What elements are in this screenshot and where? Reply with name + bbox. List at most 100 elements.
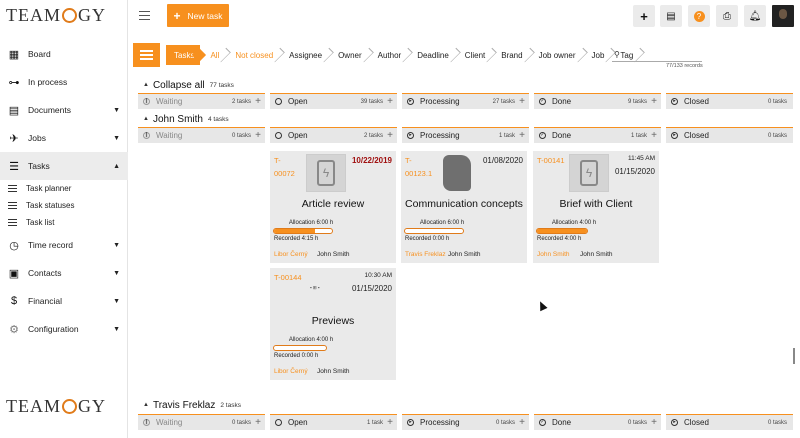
add-task-button[interactable]: +: [255, 96, 261, 107]
filter-chip-job[interactable]: Job: [584, 45, 611, 65]
sidebar-item-jobs[interactable]: ✈ Jobs ▼: [0, 124, 128, 152]
task-time: 11:45 AM: [628, 155, 655, 162]
task-card[interactable]: T-00144 ▪ ⊞ ▪ 10:30 AM 01/15/2020 Previe…: [270, 268, 396, 380]
shape-icon: [443, 155, 471, 191]
sidebar-subitem-task-planner[interactable]: Task planner: [0, 180, 128, 197]
task-owner[interactable]: Travis Freklaz: [405, 251, 446, 258]
avatar[interactable]: [772, 5, 794, 27]
task-title: Brief with Client: [559, 198, 633, 210]
add-task-button[interactable]: +: [387, 96, 393, 107]
task-owner[interactable]: Libor Černý: [274, 251, 308, 258]
view-toggle-icon[interactable]: [133, 43, 160, 67]
bolt-icon: ϟ: [317, 160, 335, 186]
task-deadline: 01/08/2020: [482, 156, 523, 165]
sidebar-item-documents[interactable]: ▤ Documents ▼: [0, 96, 128, 124]
add-task-button[interactable]: +: [519, 130, 525, 141]
column-open: Open 39 tasks +: [270, 93, 397, 109]
task-assignee: John Smith: [317, 368, 350, 375]
new-task-button[interactable]: + New task: [167, 4, 229, 27]
play-icon: ▸: [671, 419, 678, 426]
printer-icon: ⎙: [723, 10, 731, 22]
add-task-button[interactable]: +: [651, 96, 657, 107]
sidebar-item-time-record[interactable]: ◷ Time record ▼: [0, 231, 128, 259]
gear-icon: ⚙: [9, 323, 19, 336]
help-button[interactable]: ?: [688, 5, 710, 27]
search-input[interactable]: ⚲: [612, 50, 702, 62]
notifications-button[interactable]: 🔔︎: [744, 5, 766, 27]
add-task-button[interactable]: +: [651, 417, 657, 428]
caret-up-icon: ▲: [113, 162, 120, 170]
task-owner[interactable]: Libor Černý: [274, 368, 308, 375]
add-task-button[interactable]: +: [255, 417, 261, 428]
task-id[interactable]: T-: [274, 156, 281, 165]
add-task-button[interactable]: +: [255, 130, 261, 141]
pause-icon: ∥: [143, 98, 150, 105]
add-task-button[interactable]: +: [519, 96, 525, 107]
filter-chip-deadline[interactable]: Deadline: [409, 45, 455, 65]
print-button[interactable]: ⎙: [716, 5, 738, 27]
check-icon: ✓: [539, 419, 546, 426]
task-recorded: Recorded 4:15 h: [274, 236, 319, 242]
column-open: Open 2 tasks +: [270, 127, 397, 143]
task-card[interactable]: T- 00072 ϟ 10/22/2019 Article review Allo…: [270, 151, 396, 263]
task-owner[interactable]: John Smith: [537, 251, 570, 258]
column-waiting: ∥ Waiting 2 tasks +: [138, 93, 265, 109]
sidebar-item-in-process[interactable]: ⊶ In process: [0, 68, 128, 96]
filter-chip-all[interactable]: All: [202, 45, 225, 65]
menu-toggle-icon[interactable]: [139, 11, 150, 20]
sidebar-item-board[interactable]: ▦ Board: [0, 40, 128, 68]
mouse-cursor-icon: [536, 299, 548, 312]
filter-chip-author[interactable]: Author: [370, 45, 408, 65]
scrollbar[interactable]: [793, 348, 795, 364]
app-logo[interactable]: TEAM GY: [6, 5, 106, 26]
filter-chip-tasks[interactable]: Tasks: [166, 45, 201, 65]
add-button[interactable]: +: [633, 5, 655, 27]
notes-button[interactable]: ▤: [660, 5, 682, 27]
task-allocation: Allocation 4:00 h: [288, 337, 334, 343]
task-id[interactable]: T-: [405, 156, 412, 165]
filter-chip-not-closed[interactable]: Not closed: [227, 45, 279, 65]
sidebar-item-financial[interactable]: $ Financial ▼: [0, 287, 128, 315]
rocket-icon: ✈: [9, 132, 19, 145]
add-task-button[interactable]: +: [651, 130, 657, 141]
filter-chip-client[interactable]: Client: [457, 45, 491, 65]
group-header-all[interactable]: ▲ Collapse all 77 tasks: [143, 79, 234, 91]
bell-icon: 🔔︎: [748, 10, 762, 22]
task-card[interactable]: T- 00123.1 01/08/2020 Communication conce…: [401, 151, 527, 263]
sidebar-item-contacts[interactable]: ▣ Contacts ▼: [0, 259, 128, 287]
group-header-john-smith[interactable]: ▲ John Smith 4 tasks: [143, 113, 229, 125]
task-image: [437, 154, 477, 192]
column-processing: ▸ Processing 27 tasks +: [402, 93, 529, 109]
column-done: ✓ Done 1 task +: [534, 127, 661, 143]
task-card[interactable]: T-00141 ϟ 11:45 AM 01/15/2020 Brief with…: [533, 151, 659, 263]
add-task-button[interactable]: +: [387, 417, 393, 428]
filter-chips: Tasks All Not closed Assignee Owner Auth…: [166, 45, 641, 65]
task-id[interactable]: T-00144: [274, 273, 302, 282]
collapse-icon: ▲: [143, 116, 149, 122]
task-time: 10:30 AM: [364, 272, 392, 279]
add-task-button[interactable]: +: [519, 417, 525, 428]
filter-chip-assignee[interactable]: Assignee: [281, 45, 328, 65]
sidebar-subitem-task-statuses[interactable]: Task statuses: [0, 197, 128, 214]
task-id[interactable]: T-00141: [537, 156, 565, 165]
pause-icon: ∥: [143, 132, 150, 139]
task-assignee: John Smith: [580, 251, 613, 258]
sidebar-item-tasks[interactable]: ☰ Tasks ▲: [0, 152, 128, 180]
filter-chip-brand[interactable]: Brand: [493, 45, 528, 65]
search-icon: ⚲: [614, 50, 620, 59]
task-progress-bar: [273, 345, 327, 351]
caret-down-icon: ▼: [113, 297, 120, 305]
group-header-travis-freklaz[interactable]: ▲ Travis Freklaz 2 tasks: [143, 399, 241, 411]
add-task-button[interactable]: +: [387, 130, 393, 141]
filter-chip-owner[interactable]: Owner: [330, 45, 368, 65]
filter-chip-job-owner[interactable]: Job owner: [531, 45, 582, 65]
caret-down-icon: ▼: [113, 325, 120, 333]
sidebar-subitem-task-list[interactable]: Task list: [0, 214, 128, 231]
list-icon: [8, 219, 17, 226]
task-assignee: John Smith: [448, 251, 481, 258]
task-recorded: Recorded 4:00 h: [537, 236, 582, 242]
sidebar-item-configuration[interactable]: ⚙ Configuration ▼: [0, 315, 128, 343]
column-waiting: ∥ Waiting 0 tasks +: [138, 127, 265, 143]
task-assignee: John Smith: [317, 251, 350, 258]
task-title: Article review: [301, 198, 365, 210]
